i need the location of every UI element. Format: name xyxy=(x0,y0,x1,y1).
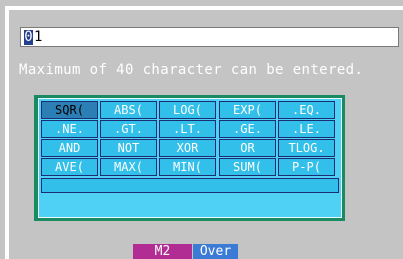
calculation-input-screen: 0 1 Maximum of 40 character can be enter… xyxy=(0,0,403,259)
key-le[interactable]: .LE. xyxy=(278,120,335,138)
mode-tab[interactable]: M2 xyxy=(133,244,192,259)
keypad-empty-row xyxy=(41,178,339,193)
expression-input[interactable]: 0 1 xyxy=(20,27,399,47)
key-eq[interactable]: .EQ. xyxy=(278,101,335,119)
key-max[interactable]: MAX( xyxy=(100,158,157,176)
key-and[interactable]: AND xyxy=(41,139,98,157)
key-tlog[interactable]: TLOG. xyxy=(278,139,335,157)
max-length-hint: Maximum of 40 character can be entered. xyxy=(19,62,364,78)
function-keypad: SQR( ABS( LOG( EXP( .EQ. .NE. .GT. .LT. … xyxy=(38,98,342,218)
key-abs[interactable]: ABS( xyxy=(100,101,157,119)
key-pp[interactable]: P-P( xyxy=(278,158,335,176)
overwrite-tab[interactable]: Over xyxy=(193,244,238,259)
key-exp[interactable]: EXP( xyxy=(219,101,276,119)
key-ne[interactable]: .NE. xyxy=(41,120,98,138)
window-top-border xyxy=(5,6,403,10)
key-sum[interactable]: SUM( xyxy=(219,158,276,176)
input-cursor: 0 xyxy=(24,29,33,45)
key-lt[interactable]: .LT. xyxy=(159,120,216,138)
key-not[interactable]: NOT xyxy=(100,139,157,157)
key-gt[interactable]: .GT. xyxy=(100,120,157,138)
key-or[interactable]: OR xyxy=(219,139,276,157)
key-xor[interactable]: XOR xyxy=(159,139,216,157)
key-log[interactable]: LOG( xyxy=(159,101,216,119)
key-min[interactable]: MIN( xyxy=(159,158,216,176)
key-ge[interactable]: .GE. xyxy=(219,120,276,138)
input-text: 1 xyxy=(34,29,43,45)
key-ave[interactable]: AVE( xyxy=(41,158,98,176)
key-sqr[interactable]: SQR( xyxy=(41,101,98,119)
window-left-border xyxy=(5,6,9,259)
